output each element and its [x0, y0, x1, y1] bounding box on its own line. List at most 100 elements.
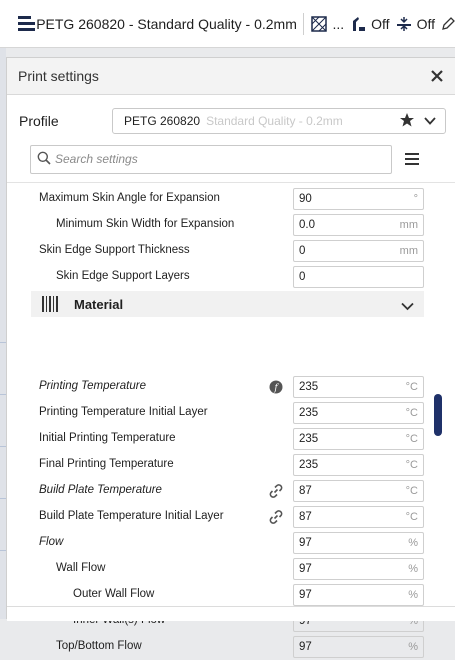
setting-label: Printing Temperature Initial Layer — [39, 406, 208, 418]
setting-value: 0 — [299, 245, 306, 257]
setting-label: Outer Wall Flow — [73, 588, 155, 600]
setting-value-field[interactable]: 97 % — [293, 532, 424, 554]
setting-unit: ° — [413, 193, 418, 205]
document-icon — [18, 15, 35, 32]
material-spool-icon — [42, 296, 60, 315]
setting-label: Printing Temperature — [39, 380, 146, 392]
setting-value: 235 — [299, 433, 319, 445]
setting-row[interactable]: Wall Flow 97 % — [7, 556, 427, 582]
adhesion-status: Off — [416, 15, 435, 32]
setting-value-field[interactable]: 0 mm — [293, 240, 424, 262]
setting-row[interactable]: Printing Temperature f 235 °C — [7, 374, 427, 400]
profile-summary-title[interactable]: PETG 260820 - Standard Quality - 0.2mm — [36, 16, 297, 32]
pencil-icon[interactable] — [441, 16, 455, 31]
search-placeholder: Search settings — [55, 152, 138, 166]
setting-value-field[interactable]: 87 °C — [293, 506, 424, 528]
setting-row[interactable]: Printing Temperature Initial Layer 235 °… — [7, 400, 427, 426]
setting-value-field[interactable]: 90 ° — [293, 188, 424, 210]
setting-value-field[interactable]: 97 % — [293, 636, 424, 658]
link-icon[interactable] — [269, 484, 283, 498]
adhesion-icon — [396, 16, 412, 32]
infill-ellipsis: ... — [332, 15, 345, 32]
setting-value-field[interactable]: 235 °C — [293, 376, 424, 398]
panel-header: Print settings — [7, 58, 455, 95]
setting-row[interactable]: Minimum Skin Width for Expansion 0.0 mm — [7, 212, 427, 238]
support-icon — [350, 16, 366, 32]
setting-value-field[interactable]: 97 % — [293, 558, 424, 580]
setting-label: Wall Flow — [56, 562, 106, 574]
setting-row[interactable]: Outer Wall Flow 97 % — [7, 582, 427, 608]
setting-value: 0 — [299, 271, 306, 283]
setting-value: 97 — [299, 563, 312, 575]
setting-label: Maximum Skin Angle for Expansion — [39, 192, 220, 204]
print-settings-panel: Print settings Profile PETG 260820 Stand… — [6, 57, 455, 658]
profile-row: Profile PETG 260820 Standard Quality - 0… — [19, 106, 449, 136]
settings-menu-icon[interactable] — [402, 149, 422, 169]
setting-value-field[interactable]: 235 °C — [293, 454, 424, 476]
setting-label: Minimum Skin Width for Expansion — [56, 218, 235, 230]
header-divider — [302, 12, 304, 35]
category-material[interactable]: Material — [31, 291, 424, 317]
panel-title: Print settings — [18, 68, 99, 84]
setting-row[interactable]: Top/Bottom Flow 97 % — [7, 634, 427, 660]
close-icon[interactable] — [427, 66, 447, 86]
link-icon[interactable] — [269, 510, 283, 524]
setting-value-field[interactable]: 235 °C — [293, 428, 424, 450]
setting-value: 97 — [299, 537, 312, 549]
setting-unit: °C — [405, 485, 418, 497]
setting-row[interactable]: Initial Printing Temperature 235 °C — [7, 426, 427, 452]
setting-unit: % — [408, 641, 418, 653]
search-input[interactable]: Search settings — [30, 144, 392, 174]
setting-value-field[interactable]: 87 °C — [293, 480, 424, 502]
setting-unit: % — [408, 563, 418, 575]
setting-label: Build Plate Temperature — [39, 484, 162, 496]
setting-value-field[interactable]: 0.0 mm — [293, 214, 424, 236]
setting-value: 235 — [299, 459, 319, 471]
function-icon[interactable]: f — [269, 380, 283, 394]
setting-label: Build Plate Temperature Initial Layer — [39, 510, 224, 522]
profile-label: Profile — [19, 113, 59, 129]
setting-unit: °C — [405, 433, 418, 445]
print-setup-header[interactable]: PETG 260820 - Standard Quality - 0.2mm .… — [0, 0, 455, 48]
profile-select[interactable]: PETG 260820 Standard Quality - 0.2mm — [112, 108, 446, 134]
setting-unit: % — [408, 537, 418, 549]
chevron-down-icon[interactable] — [401, 299, 414, 314]
divider — [7, 182, 455, 183]
setting-label: Skin Edge Support Layers — [56, 270, 190, 282]
setting-unit: mm — [399, 245, 418, 257]
setting-row[interactable]: Final Printing Temperature 235 °C — [7, 452, 427, 478]
setting-unit: % — [408, 589, 418, 601]
setting-label: Skin Edge Support Thickness — [39, 244, 190, 256]
profile-name: PETG 260820 — [124, 114, 201, 128]
setting-value: 235 — [299, 407, 319, 419]
profile-quality: Standard Quality - 0.2mm — [206, 114, 343, 128]
category-label: Material — [74, 297, 124, 312]
support-status: Off — [371, 15, 390, 32]
setting-row[interactable]: Skin Edge Support Thickness 0 mm — [7, 238, 427, 264]
setting-value-field[interactable]: 97 % — [293, 584, 424, 606]
setting-row[interactable]: Skin Edge Support Layers 0 — [7, 264, 427, 290]
setting-unit: mm — [399, 219, 418, 231]
setting-label: Initial Printing Temperature — [39, 432, 176, 444]
scrollbar-thumb[interactable] — [434, 394, 442, 436]
star-icon[interactable] — [399, 112, 415, 131]
setting-label: Top/Bottom Flow — [56, 640, 142, 652]
setting-label: Final Printing Temperature — [39, 458, 174, 470]
setting-unit: °C — [405, 459, 418, 471]
setting-value: 235 — [299, 381, 319, 393]
setting-value-field[interactable]: 235 °C — [293, 402, 424, 424]
setting-value: 0.0 — [299, 219, 315, 231]
setting-unit: °C — [405, 407, 418, 419]
setting-unit: °C — [405, 511, 418, 523]
setting-label: Flow — [39, 536, 64, 548]
setting-row[interactable]: Flow 97 % — [7, 530, 427, 556]
setting-value-field[interactable]: 0 — [293, 266, 424, 288]
chevron-down-icon[interactable] — [423, 114, 437, 131]
setting-value: 90 — [299, 193, 312, 205]
setting-value: 87 — [299, 511, 312, 523]
infill-icon — [311, 15, 328, 32]
setting-row[interactable]: Build Plate Temperature Initial Layer 87… — [7, 504, 427, 530]
setting-row[interactable]: Maximum Skin Angle for Expansion 90 ° — [7, 186, 427, 212]
setting-row[interactable]: Build Plate Temperature 87 °C — [7, 478, 427, 504]
search-row: Search settings — [30, 144, 426, 174]
